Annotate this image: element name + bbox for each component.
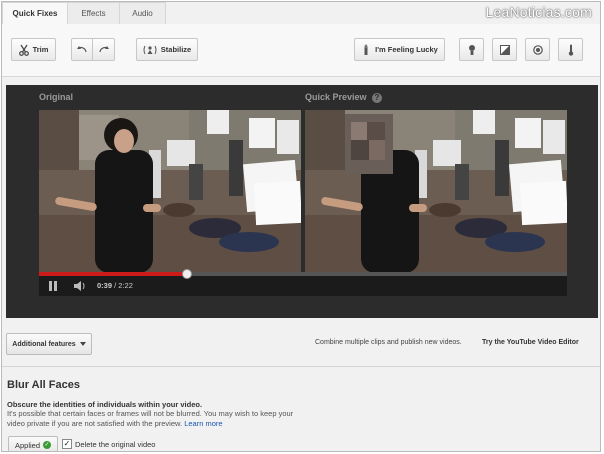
original-video-frame xyxy=(39,110,301,273)
blur-faces-subtitle: Obscure the identities of individuals wi… xyxy=(7,400,203,409)
blur-faces-title: Blur All Faces xyxy=(7,379,80,391)
editor-frame: Quick Fixes Effects Audio LeaNoticias.co… xyxy=(1,1,601,452)
applied-label: Applied xyxy=(14,440,41,450)
quick-preview-label: Quick Preview xyxy=(305,92,367,102)
scissors-icon xyxy=(18,44,29,56)
video-editor-link[interactable]: Try the YouTube Video Editor xyxy=(482,339,579,346)
caret-down-icon xyxy=(79,341,86,348)
original-label: Original xyxy=(39,92,74,102)
current-time: 0:39 xyxy=(97,281,113,290)
volume-icon xyxy=(73,281,87,294)
delete-original-checkbox[interactable]: ✓ xyxy=(62,439,72,449)
blur-faces-description: It's possible that certain faces or fram… xyxy=(7,409,307,429)
preview-video-frame xyxy=(305,110,567,273)
feeling-lucky-label: I'm Feeling Lucky xyxy=(375,45,438,54)
combine-clips-text: Combine multiple clips and publish new v… xyxy=(315,339,462,346)
trim-button[interactable]: Trim xyxy=(11,38,56,61)
toolbar: Trim Stabilize I'm Feeling Lucky xyxy=(2,24,600,77)
section-divider xyxy=(2,366,600,367)
progress-scrubber[interactable] xyxy=(181,269,192,279)
volume-button[interactable] xyxy=(73,280,87,292)
delete-original-label: Delete the original video xyxy=(75,440,156,449)
stabilize-label: Stabilize xyxy=(160,45,192,54)
rotate-right-icon xyxy=(98,44,110,56)
player-controls: 0:39 / 2:22 xyxy=(39,275,567,296)
tab-effects[interactable]: Effects xyxy=(68,2,120,25)
color-temperature-button[interactable] xyxy=(558,38,583,61)
contrast-button[interactable] xyxy=(492,38,517,61)
learn-more-link[interactable]: Learn more xyxy=(184,419,222,428)
watermark: LeaNoticias.com xyxy=(485,4,592,20)
feeling-lucky-button[interactable]: I'm Feeling Lucky xyxy=(354,38,445,61)
check-circle-icon: ✓ xyxy=(43,441,52,449)
tab-bar: Quick Fixes Effects Audio xyxy=(2,2,166,25)
time-display: 0:39 / 2:22 xyxy=(97,281,133,290)
total-time: 2:22 xyxy=(118,281,133,290)
magic-wand-icon xyxy=(361,43,371,56)
quick-preview-video[interactable] xyxy=(305,110,567,273)
stabilize-button[interactable]: Stabilize xyxy=(136,38,198,61)
tab-audio[interactable]: Audio xyxy=(120,2,166,25)
saturation-icon xyxy=(532,44,543,55)
tab-quick-fixes[interactable]: Quick Fixes xyxy=(2,2,68,25)
additional-features-button[interactable]: Additional features xyxy=(6,333,92,355)
pause-button[interactable] xyxy=(48,281,58,291)
original-video[interactable] xyxy=(39,110,301,273)
video-preview-panel: Original Quick Preview ? 0:39 / 2:22 xyxy=(6,85,598,318)
applied-button[interactable]: Applied ✓ xyxy=(8,436,58,451)
rotate-left-icon xyxy=(76,44,88,56)
help-icon[interactable]: ? xyxy=(372,93,382,103)
fill-light-button[interactable] xyxy=(459,38,484,61)
blur-desc-text: It's possible that certain faces or fram… xyxy=(7,409,294,428)
pause-icon xyxy=(48,281,58,293)
additional-features-label: Additional features xyxy=(12,340,76,348)
trim-label: Trim xyxy=(32,45,49,54)
stabilize-icon xyxy=(143,44,157,56)
rotate-right-button[interactable] xyxy=(93,38,115,61)
saturation-button[interactable] xyxy=(525,38,550,61)
lightbulb-icon xyxy=(468,44,476,56)
thermometer-icon xyxy=(567,44,575,56)
progress-fill xyxy=(39,272,187,276)
contrast-icon xyxy=(499,44,510,55)
rotate-left-button[interactable] xyxy=(71,38,93,61)
